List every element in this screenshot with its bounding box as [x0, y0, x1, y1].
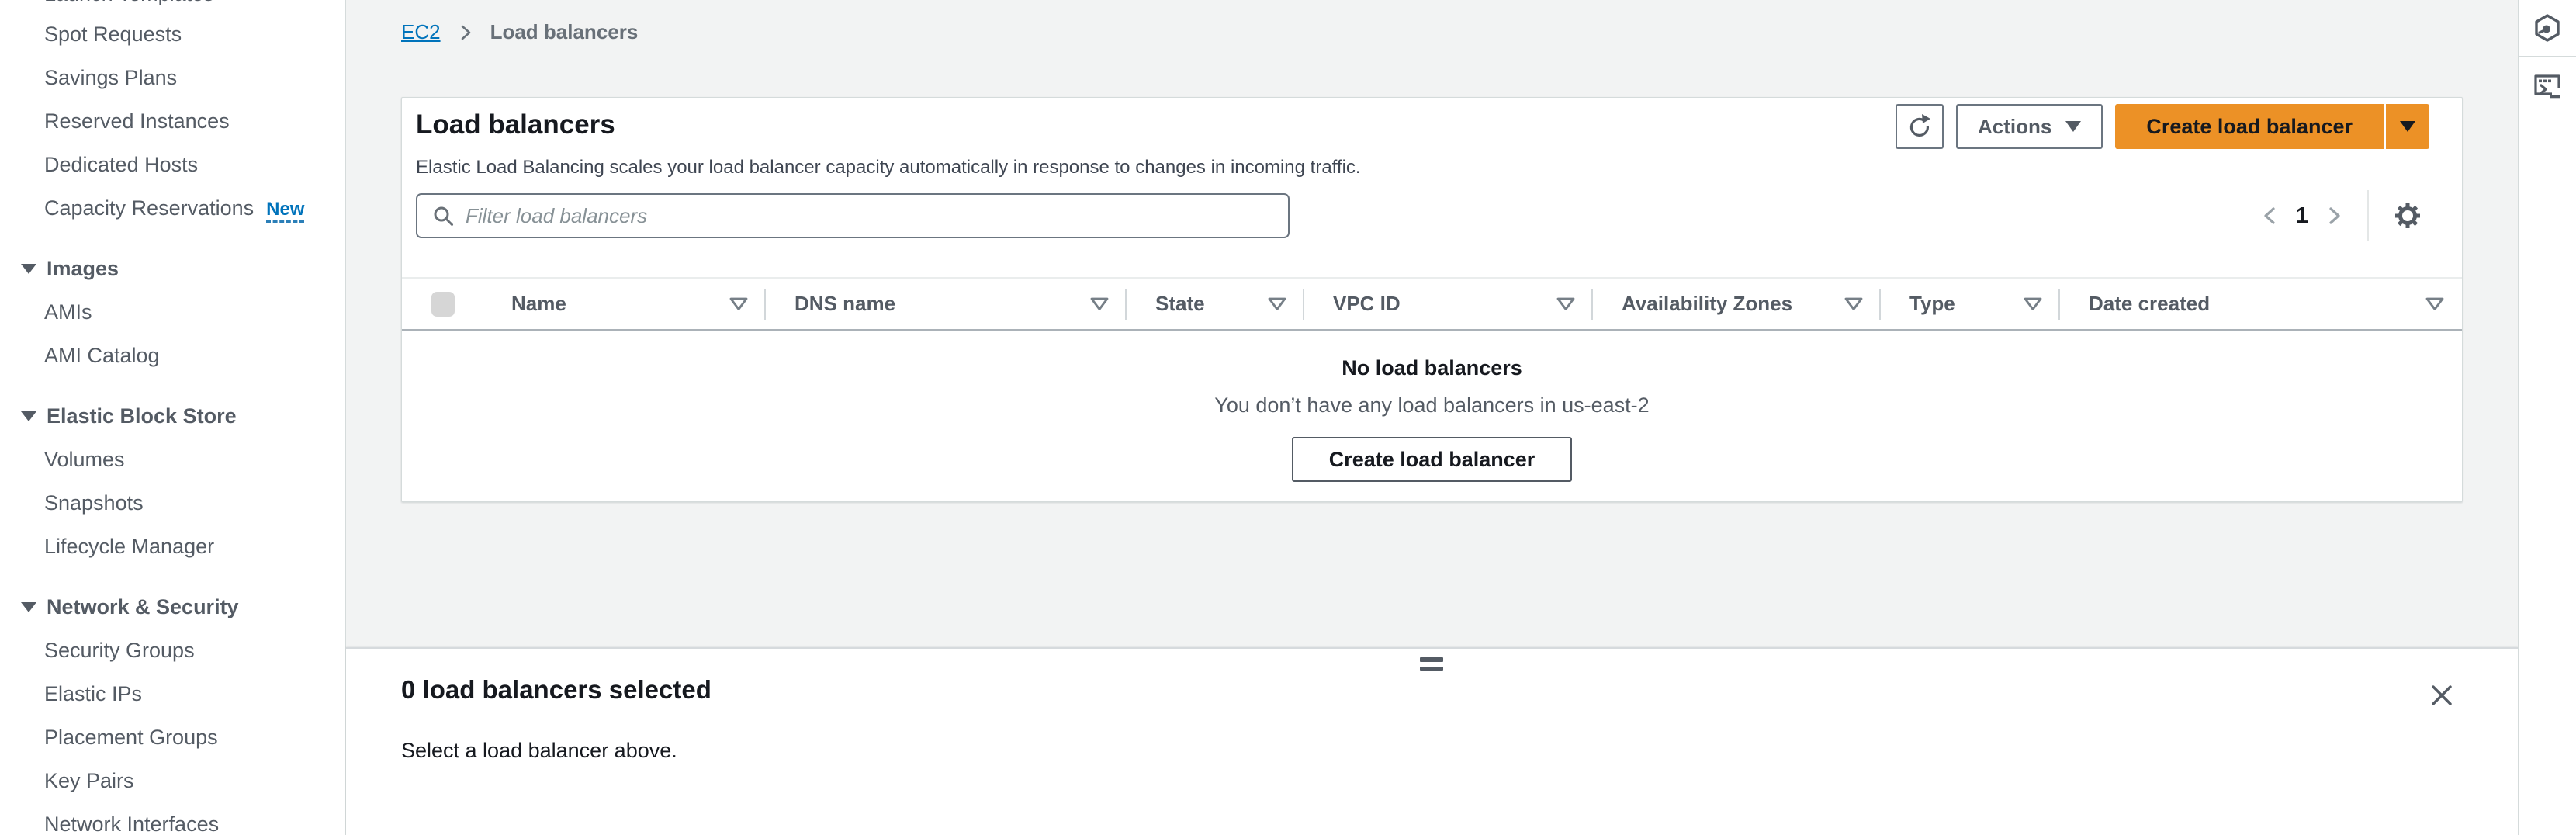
- table-header-checkbox-cell: [402, 279, 486, 329]
- cloudshell-button[interactable]: [2519, 57, 2576, 113]
- selection-panel-title: 0 load balancers selected: [401, 675, 712, 705]
- chevron-down-icon: [21, 602, 36, 612]
- drag-handle-bar: [1420, 657, 1443, 662]
- pagination: 1: [2254, 193, 2429, 238]
- sidebar-nav: Spot Requests Savings Plans Reserved Ins…: [0, 12, 345, 835]
- ec2-console-page: Launch Templates Spot Requests Savings P…: [0, 0, 2576, 835]
- column-header-vpc-id[interactable]: VPC ID: [1304, 279, 1593, 329]
- section-label: Images: [47, 257, 119, 281]
- breadcrumb: EC2 Load balancers: [401, 20, 638, 44]
- split-panel-drag-handle[interactable]: [1420, 657, 1443, 676]
- page-number[interactable]: 1: [2296, 203, 2308, 229]
- table-header-row: Name DNS name State VPC ID Availability …: [402, 277, 2462, 331]
- selection-panel-message: Select a load balancer above.: [401, 739, 677, 763]
- sidebar-item-capacity-reservations[interactable]: Capacity Reservations New: [0, 186, 345, 230]
- create-load-balancer-button[interactable]: Create load balancer: [2115, 104, 2384, 149]
- filter-icon: [729, 296, 749, 312]
- chevron-down-icon: [2065, 121, 2081, 132]
- page-description: Elastic Load Balancing scales your load …: [416, 157, 1361, 178]
- service-hexagon-button[interactable]: [2519, 0, 2576, 57]
- column-header-availability-zones[interactable]: Availability Zones: [1593, 279, 1881, 329]
- close-panel-button[interactable]: [2426, 680, 2457, 711]
- card-actions: Actions Create load balancer: [1896, 104, 2429, 149]
- right-toolbar: [2518, 0, 2576, 835]
- sidebar-item-lifecycle-manager[interactable]: Lifecycle Manager: [0, 525, 345, 568]
- preferences-button[interactable]: [2386, 193, 2429, 238]
- sidebar-item-security-groups[interactable]: Security Groups: [0, 629, 345, 672]
- search-icon: [431, 204, 455, 227]
- chevron-down-icon: [21, 411, 36, 421]
- sidebar-item-savings-plans[interactable]: Savings Plans: [0, 56, 345, 99]
- filter-icon: [1844, 296, 1864, 312]
- column-label: Availability Zones: [1622, 292, 1792, 316]
- chevron-right-icon: [456, 23, 475, 42]
- sidebar-section-images[interactable]: Images: [0, 247, 345, 290]
- section-label: Network & Security: [47, 595, 239, 619]
- divider: [2367, 190, 2369, 241]
- filter-icon: [1089, 296, 1110, 312]
- sidebar-item-key-pairs[interactable]: Key Pairs: [0, 759, 345, 802]
- sidebar-item-placement-groups[interactable]: Placement Groups: [0, 715, 345, 759]
- refresh-icon: [1906, 113, 1933, 140]
- sidebar-item-network-interfaces[interactable]: Network Interfaces: [0, 802, 345, 835]
- previous-page-button[interactable]: [2254, 193, 2288, 238]
- filter-input[interactable]: [466, 204, 1274, 228]
- filter-icon: [1556, 296, 1576, 312]
- load-balancers-card: Load balancers Elastic Load Balancing sc…: [401, 97, 2463, 502]
- select-all-checkbox[interactable]: [431, 292, 455, 317]
- close-icon: [2429, 682, 2455, 709]
- empty-state-title: No load balancers: [402, 356, 2462, 380]
- column-label: VPC ID: [1333, 292, 1401, 316]
- next-page-button[interactable]: [2316, 193, 2350, 238]
- sidebar-section-elastic-block-store[interactable]: Elastic Block Store: [0, 394, 345, 438]
- sidebar-item-cutoff[interactable]: Launch Templates: [44, 0, 214, 6]
- page-title: Load balancers: [416, 109, 615, 140]
- sidebar-item-snapshots[interactable]: Snapshots: [0, 481, 345, 525]
- actions-button-label: Actions: [1978, 115, 2051, 139]
- sidebar-item-volumes[interactable]: Volumes: [0, 438, 345, 481]
- drag-handle-bar: [1420, 667, 1443, 671]
- column-label: Date created: [2089, 292, 2210, 316]
- filter-icon: [2425, 296, 2445, 312]
- column-header-state[interactable]: State: [1127, 279, 1304, 329]
- empty-state: No load balancers You don’t have any loa…: [402, 356, 2462, 482]
- column-label: State: [1155, 292, 1205, 316]
- ec2-sidebar: Launch Templates Spot Requests Savings P…: [0, 0, 346, 835]
- column-header-date-created[interactable]: Date created: [2060, 279, 2462, 329]
- filter-icon: [2023, 296, 2043, 312]
- actions-button[interactable]: Actions: [1956, 104, 2103, 149]
- create-load-balancer-menu-button[interactable]: [2386, 104, 2429, 149]
- breadcrumb-ec2-link[interactable]: EC2: [401, 20, 441, 44]
- sidebar-item-spot-requests[interactable]: Spot Requests: [0, 12, 345, 56]
- section-label: Elastic Block Store: [47, 404, 237, 428]
- empty-create-load-balancer-button[interactable]: Create load balancer: [1292, 437, 1573, 482]
- chevron-down-icon: [2400, 121, 2415, 132]
- create-load-balancer-split-button: Create load balancer: [2115, 104, 2429, 149]
- column-header-dns-name[interactable]: DNS name: [766, 279, 1127, 329]
- column-label: DNS name: [795, 292, 895, 316]
- breadcrumb-current: Load balancers: [490, 20, 639, 44]
- new-badge: New: [266, 199, 304, 223]
- sidebar-item-reserved-instances[interactable]: Reserved Instances: [0, 99, 345, 143]
- sidebar-section-network-security[interactable]: Network & Security: [0, 585, 345, 629]
- sidebar-item-ami-catalog[interactable]: AMI Catalog: [0, 334, 345, 377]
- column-label: Type: [1909, 292, 1955, 316]
- empty-state-message: You don’t have any load balancers in us-…: [402, 393, 2462, 418]
- column-header-name[interactable]: Name: [486, 279, 766, 329]
- sidebar-item-label: Capacity Reservations: [44, 196, 254, 220]
- filter-icon: [1267, 296, 1287, 312]
- chevron-down-icon: [21, 264, 36, 274]
- hexagon-service-icon: [2533, 13, 2562, 43]
- cloudshell-terminal-icon: [2532, 70, 2563, 101]
- selection-detail-panel: 0 load balancers selected Select a load …: [346, 647, 2518, 835]
- refresh-button[interactable]: [1896, 104, 1944, 149]
- sidebar-item-elastic-ips[interactable]: Elastic IPs: [0, 672, 345, 715]
- sidebar-item-amis[interactable]: AMIs: [0, 290, 345, 334]
- sidebar-item-dedicated-hosts[interactable]: Dedicated Hosts: [0, 143, 345, 186]
- column-label: Name: [511, 292, 566, 316]
- main-content: EC2 Load balancers Load balancers Elasti…: [346, 0, 2518, 835]
- column-header-type[interactable]: Type: [1881, 279, 2060, 329]
- filter-field: [416, 193, 1290, 238]
- gear-icon: [2391, 199, 2424, 232]
